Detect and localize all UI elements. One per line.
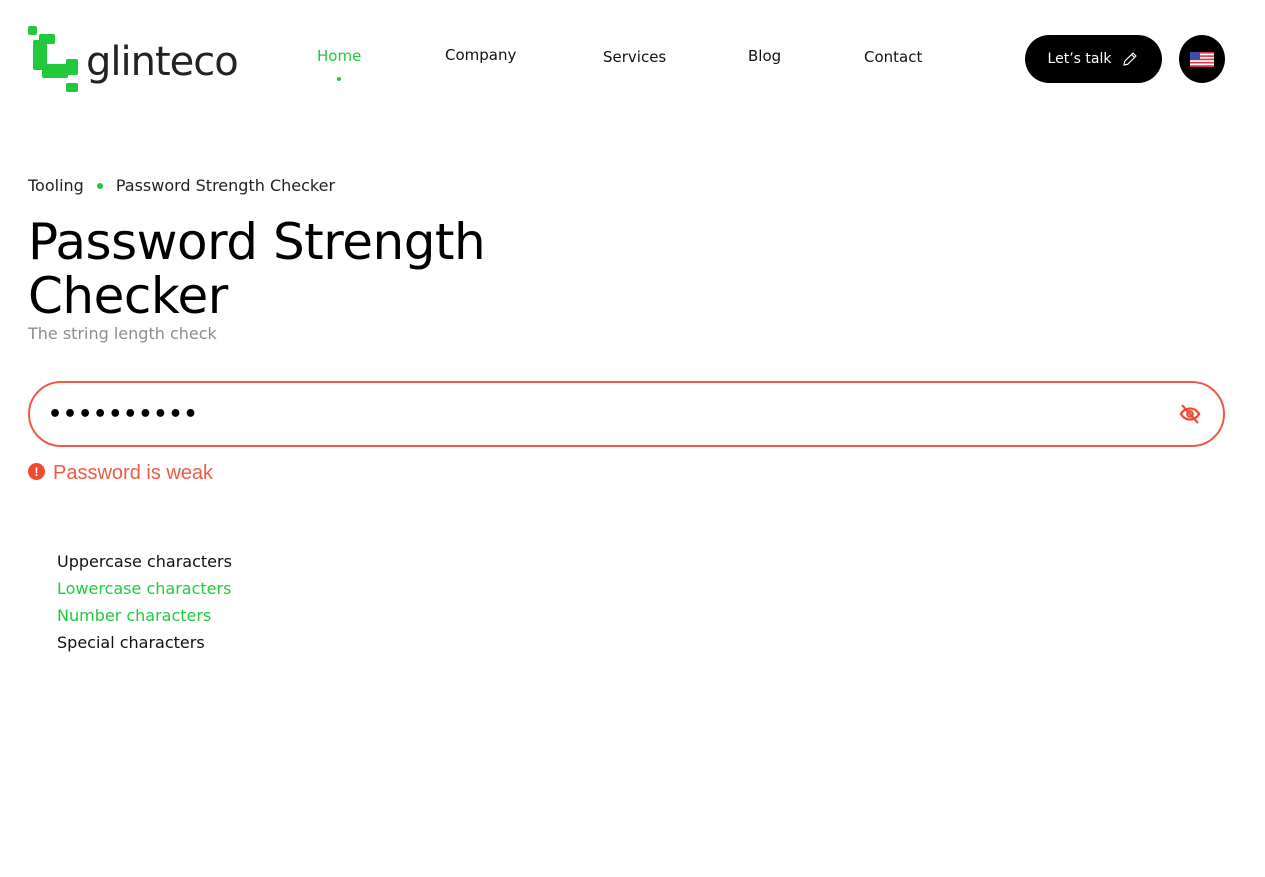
nav-item-home[interactable]: Home [317, 47, 362, 81]
password-field [28, 381, 1225, 447]
nav-item-contact[interactable]: Contact [864, 48, 922, 66]
active-indicator [337, 77, 342, 81]
page-title: Password Strength Checker [28, 213, 486, 325]
breadcrumb-separator [96, 182, 103, 189]
lets-talk-label: Let’s talk [1047, 51, 1112, 67]
breadcrumb-item-current: Password Strength Checker [115, 176, 336, 195]
breadcrumb-item-tooling[interactable]: Tooling [28, 176, 84, 195]
language-selector[interactable] [1179, 35, 1225, 83]
rule-number: Number characters [57, 606, 212, 625]
alert-circle-icon: ! [28, 463, 45, 480]
nav-item-company[interactable]: Company [445, 46, 516, 64]
toggle-visibility-button[interactable] [1177, 401, 1203, 427]
us-flag-icon [1190, 51, 1214, 67]
pencil-icon [1123, 52, 1138, 66]
page-subtitle: The string length check [28, 324, 217, 343]
site-header: glinteco Home Company Services Blog Cont… [0, 0, 1265, 120]
breadcrumb: Tooling Password Strength Checker [28, 176, 335, 195]
logo-icon [28, 26, 78, 92]
password-rules-list: Uppercase characters Lowercase character… [57, 548, 232, 656]
lets-talk-button[interactable]: Let’s talk [1025, 35, 1162, 83]
rule-special: Special characters [57, 633, 205, 652]
nav-item-blog[interactable]: Blog [748, 47, 781, 65]
password-input[interactable] [48, 401, 1177, 427]
rule-lowercase: Lowercase characters [57, 579, 232, 598]
logo[interactable]: glinteco [28, 25, 243, 95]
password-status: ! Password is weak [28, 462, 213, 485]
eye-off-icon [1179, 404, 1201, 424]
logo-text: glinteco [86, 39, 239, 85]
rule-uppercase: Uppercase characters [57, 552, 232, 571]
password-status-text: Password is weak [53, 462, 214, 484]
nav-label: Home [317, 47, 362, 65]
nav-item-services[interactable]: Services [603, 48, 666, 66]
